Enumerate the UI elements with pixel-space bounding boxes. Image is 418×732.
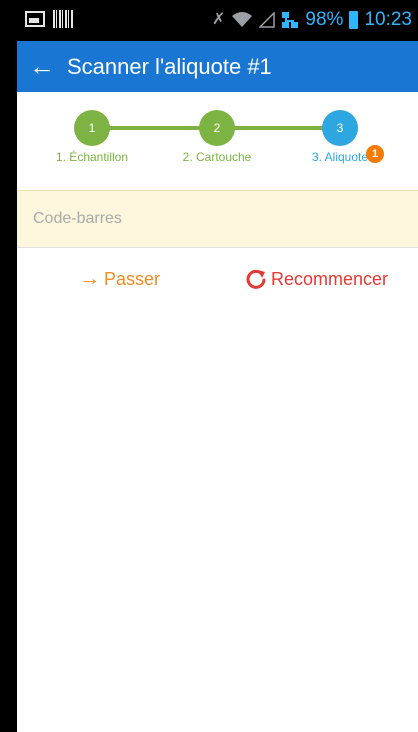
step-2-label: 2. Cartouche [182,150,252,164]
step-2-circle: 2 [199,110,235,146]
status-bar: ✗ 98% 10:23 [17,0,418,41]
mute-icon: ✗ [212,11,226,28]
barcode-field [17,190,418,248]
step-2[interactable]: 2 2. Cartouche [157,110,277,164]
wifi-icon [232,12,253,27]
step-1[interactable]: 1 1. Échantillon [32,110,152,164]
restart-button[interactable]: Recommencer [245,268,388,290]
restart-label: Recommencer [271,268,389,289]
signal-icon [259,12,276,28]
barcode-input[interactable] [17,191,393,247]
step-1-circle: 1 [74,110,110,146]
actions-row: → Passer Recommencer [17,268,418,302]
skip-button[interactable]: → Passer [79,268,160,290]
app-screen: ✗ 98% 10:23 ← Scanner l'aliquote #1 1 1.… [17,0,418,732]
network-icon [282,12,299,28]
step-1-label: 1. Échantillon [55,150,129,164]
status-right: ✗ 98% 10:23 [212,10,412,30]
device-frame: ✗ 98% 10:23 ← Scanner l'aliquote #1 1 1.… [0,0,418,732]
arrow-right-icon: → [79,267,100,290]
refresh-icon [246,269,266,289]
barcode-icon [53,10,73,28]
skip-label: Passer [104,268,161,289]
arrow-left-icon: ← [29,51,55,81]
page-title: Scanner l'aliquote #1 [67,53,272,79]
step-3-badge: 1 [366,145,384,163]
status-left [25,10,73,28]
battery-icon [349,11,359,29]
app-bar: ← Scanner l'aliquote #1 [17,41,418,92]
step-3-circle: 3 [322,110,358,146]
back-button[interactable]: ← [17,41,67,92]
battery-percent: 98% [305,9,344,30]
image-icon [25,11,45,27]
clock: 10:23 [364,9,412,30]
